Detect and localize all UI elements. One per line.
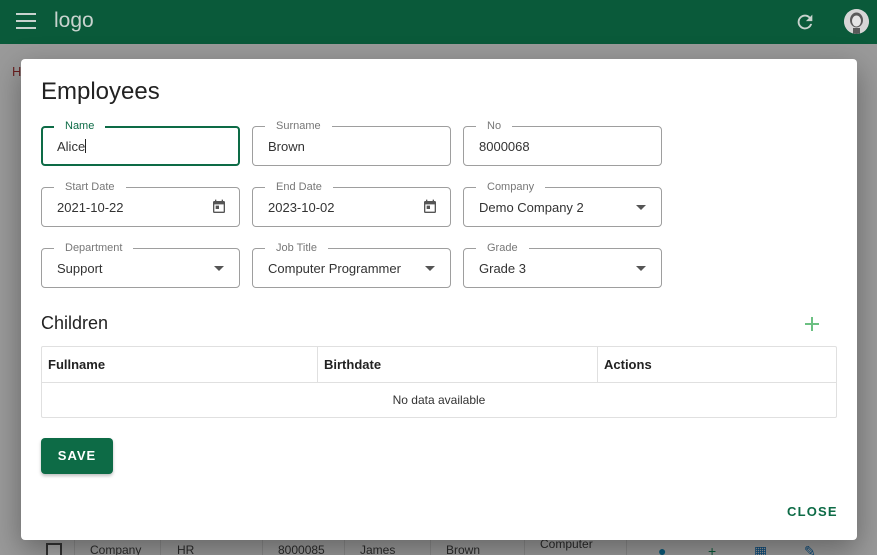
end-date-label: End Date <box>265 180 333 194</box>
row-checkbox[interactable] <box>46 543 62 555</box>
breadcrumb: H <box>12 64 22 79</box>
view-icon[interactable]: ● <box>658 543 666 555</box>
column-header-actions: Actions <box>597 347 837 383</box>
account-avatar-icon[interactable] <box>844 9 869 34</box>
calendar-icon[interactable] <box>422 199 438 215</box>
save-button[interactable]: SAVE <box>41 438 113 474</box>
name-field[interactable]: Name Alice <box>41 119 240 166</box>
start-date-label: Start Date <box>54 180 126 194</box>
start-date-value: 2021-10-22 <box>57 200 124 215</box>
children-heading: Children <box>41 313 109 333</box>
table-icon[interactable]: ▦ <box>754 543 767 555</box>
row-department: HR <box>177 543 195 555</box>
dialog-title: Employees <box>41 78 160 105</box>
dropdown-arrow-icon[interactable] <box>425 266 435 271</box>
company-label: Company <box>476 180 546 194</box>
row-company: Company <box>90 543 142 555</box>
surname-field[interactable]: Surname Brown <box>252 119 451 166</box>
end-date-field[interactable]: End Date 2023-10-02 <box>252 180 451 227</box>
row-surname: Brown <box>446 543 481 555</box>
column-header-fullname[interactable]: Fullname <box>42 347 317 383</box>
no-label: No <box>476 119 513 133</box>
department-label: Department <box>54 241 134 255</box>
row-no: 8000085 <box>278 543 325 555</box>
table-header: Fullname Birthdate Actions <box>42 347 836 383</box>
name-label: Name <box>54 119 106 133</box>
department-select[interactable]: Department Support <box>41 241 240 288</box>
app-bar: logo <box>0 0 877 44</box>
dropdown-arrow-icon[interactable] <box>636 205 646 210</box>
grade-value: Grade 3 <box>479 261 526 276</box>
refresh-icon[interactable] <box>794 11 816 33</box>
company-select[interactable]: Company Demo Company 2 <box>463 180 662 227</box>
column-header-birthdate[interactable]: Birthdate <box>317 347 597 383</box>
employee-dialog: Employees Name Alice Surname Brown No 80… <box>21 59 857 540</box>
edit-icon[interactable]: ✎ <box>804 543 816 555</box>
logo[interactable]: logo <box>54 9 94 33</box>
no-field[interactable]: No 8000068 <box>463 119 662 166</box>
dropdown-arrow-icon[interactable] <box>214 266 224 271</box>
close-button[interactable]: CLOSE <box>787 504 838 519</box>
surname-value: Brown <box>268 139 305 154</box>
company-value: Demo Company 2 <box>479 200 584 215</box>
grade-label: Grade <box>476 241 529 255</box>
department-value: Support <box>57 261 103 276</box>
name-value: Alice <box>57 139 86 154</box>
start-date-field[interactable]: Start Date 2021-10-22 <box>41 180 240 227</box>
no-value: 8000068 <box>479 139 530 154</box>
calendar-icon[interactable] <box>211 199 227 215</box>
add-icon[interactable]: + <box>708 543 716 555</box>
add-child-icon[interactable] <box>803 315 821 333</box>
grade-select[interactable]: Grade Grade 3 <box>463 241 662 288</box>
empty-state-text: No data available <box>392 393 486 407</box>
job-title-select[interactable]: Job Title Computer Programmer <box>252 241 451 288</box>
row-name: James <box>360 543 396 555</box>
end-date-value: 2023-10-02 <box>268 200 335 215</box>
job-title-value: Computer Programmer <box>268 261 401 276</box>
children-table: Fullname Birthdate Actions No data avail… <box>41 346 837 418</box>
menu-icon[interactable] <box>16 13 36 29</box>
surname-label: Surname <box>265 119 332 133</box>
dropdown-arrow-icon[interactable] <box>636 266 646 271</box>
job-title-label: Job Title <box>265 241 328 255</box>
